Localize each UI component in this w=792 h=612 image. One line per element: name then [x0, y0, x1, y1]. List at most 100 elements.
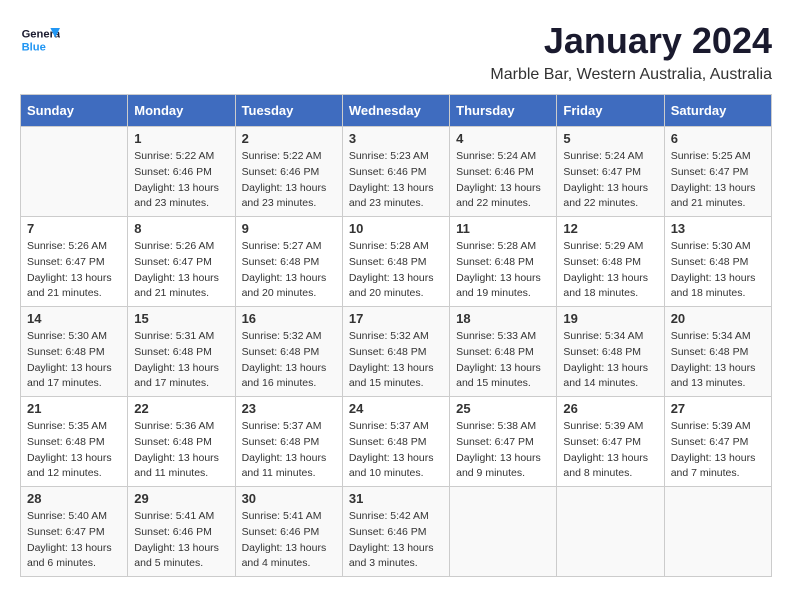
day-info: Sunrise: 5:30 AM Sunset: 6:48 PM Dayligh… — [671, 239, 765, 302]
day-number: 21 — [27, 401, 121, 416]
day-cell — [450, 487, 557, 577]
day-info: Sunrise: 5:41 AM Sunset: 6:46 PM Dayligh… — [242, 509, 336, 572]
day-cell: 6Sunrise: 5:25 AM Sunset: 6:47 PM Daylig… — [664, 127, 771, 217]
title-area: January 2024 Marble Bar, Western Austral… — [490, 20, 772, 84]
day-info: Sunrise: 5:24 AM Sunset: 6:47 PM Dayligh… — [563, 149, 657, 212]
day-cell: 7 Sunrise: 5:26 AM Sunset: 6:47 PM Daylig… — [21, 217, 128, 307]
day-cell: 2Sunrise: 5:22 AM Sunset: 6:46 PM Daylig… — [235, 127, 342, 217]
col-saturday: Saturday — [664, 95, 771, 127]
day-number: 7 — [27, 221, 121, 236]
day-info: Sunrise: 5:37 AM Sunset: 6:48 PM Dayligh… — [349, 419, 443, 482]
calendar-subtitle: Marble Bar, Western Australia, Australia — [490, 66, 772, 84]
day-info: Sunrise: 5:36 AM Sunset: 6:48 PM Dayligh… — [134, 419, 228, 482]
calendar-table: Sunday Monday Tuesday Wednesday Thursday… — [20, 94, 772, 577]
day-cell: 22 Sunrise: 5:36 AM Sunset: 6:48 PM Dayli… — [128, 397, 235, 487]
day-number: 20 — [671, 311, 765, 326]
day-cell: 23Sunrise: 5:37 AM Sunset: 6:48 PM Dayli… — [235, 397, 342, 487]
day-cell: 20 Sunrise: 5:34 AM Sunset: 6:48 PM Dayli… — [664, 307, 771, 397]
day-cell — [664, 487, 771, 577]
day-info: Sunrise: 5:26 AM Sunset: 6:47 PM Dayligh… — [27, 239, 121, 302]
day-number: 24 — [349, 401, 443, 416]
day-info: Sunrise: 5:39 AM Sunset: 6:47 PM Dayligh… — [563, 419, 657, 482]
svg-text:Blue: Blue — [22, 41, 46, 53]
day-cell: 21 Sunrise: 5:35 AM Sunset: 6:48 PM Dayli… — [21, 397, 128, 487]
day-cell: 9Sunrise: 5:27 AM Sunset: 6:48 PM Daylig… — [235, 217, 342, 307]
day-number: 14 — [27, 311, 121, 326]
day-number: 19 — [563, 311, 657, 326]
day-number: 11 — [456, 221, 550, 236]
day-cell: 3Sunrise: 5:23 AM Sunset: 6:46 PM Daylig… — [342, 127, 449, 217]
day-info: Sunrise: 5:22 AM Sunset: 6:46 PM Dayligh… — [134, 149, 228, 212]
day-cell: 4 Sunrise: 5:24 AM Sunset: 6:46 PM Daylig… — [450, 127, 557, 217]
day-number: 12 — [563, 221, 657, 236]
day-number: 8 — [134, 221, 228, 236]
day-cell: 31Sunrise: 5:42 AM Sunset: 6:46 PM Dayli… — [342, 487, 449, 577]
week-row-0: 1 Sunrise: 5:22 AM Sunset: 6:46 PM Daylig… — [21, 127, 772, 217]
col-sunday: Sunday — [21, 95, 128, 127]
day-cell: 14 Sunrise: 5:30 AM Sunset: 6:48 PM Dayli… — [21, 307, 128, 397]
day-info: Sunrise: 5:35 AM Sunset: 6:48 PM Dayligh… — [27, 419, 121, 482]
day-number: 28 — [27, 491, 121, 506]
col-tuesday: Tuesday — [235, 95, 342, 127]
day-info: Sunrise: 5:39 AM Sunset: 6:47 PM Dayligh… — [671, 419, 765, 482]
day-info: Sunrise: 5:30 AM Sunset: 6:48 PM Dayligh… — [27, 329, 121, 392]
week-row-4: 28 Sunrise: 5:40 AM Sunset: 6:47 PM Dayli… — [21, 487, 772, 577]
day-number: 22 — [134, 401, 228, 416]
day-info: Sunrise: 5:32 AM Sunset: 6:48 PM Dayligh… — [349, 329, 443, 392]
logo-icon: General Blue — [20, 20, 60, 60]
day-info: Sunrise: 5:41 AM Sunset: 6:46 PM Dayligh… — [134, 509, 228, 572]
day-number: 17 — [349, 311, 443, 326]
day-info: Sunrise: 5:31 AM Sunset: 6:48 PM Dayligh… — [134, 329, 228, 392]
day-number: 5 — [563, 131, 657, 146]
day-cell: 27 Sunrise: 5:39 AM Sunset: 6:47 PM Dayli… — [664, 397, 771, 487]
day-cell: 30 Sunrise: 5:41 AM Sunset: 6:46 PM Dayli… — [235, 487, 342, 577]
day-info: Sunrise: 5:22 AM Sunset: 6:46 PM Dayligh… — [242, 149, 336, 212]
day-cell — [21, 127, 128, 217]
day-cell: 8 Sunrise: 5:26 AM Sunset: 6:47 PM Daylig… — [128, 217, 235, 307]
day-cell: 5 Sunrise: 5:24 AM Sunset: 6:47 PM Daylig… — [557, 127, 664, 217]
day-number: 29 — [134, 491, 228, 506]
col-monday: Monday — [128, 95, 235, 127]
day-info: Sunrise: 5:24 AM Sunset: 6:46 PM Dayligh… — [456, 149, 550, 212]
day-cell: 11 Sunrise: 5:28 AM Sunset: 6:48 PM Dayli… — [450, 217, 557, 307]
day-info: Sunrise: 5:37 AM Sunset: 6:48 PM Dayligh… — [242, 419, 336, 482]
day-cell: 28 Sunrise: 5:40 AM Sunset: 6:47 PM Dayli… — [21, 487, 128, 577]
col-friday: Friday — [557, 95, 664, 127]
calendar-title: January 2024 — [490, 20, 772, 62]
day-cell: 29 Sunrise: 5:41 AM Sunset: 6:46 PM Dayli… — [128, 487, 235, 577]
day-info: Sunrise: 5:38 AM Sunset: 6:47 PM Dayligh… — [456, 419, 550, 482]
day-number: 31 — [349, 491, 443, 506]
week-row-1: 7 Sunrise: 5:26 AM Sunset: 6:47 PM Daylig… — [21, 217, 772, 307]
day-cell: 25 Sunrise: 5:38 AM Sunset: 6:47 PM Dayli… — [450, 397, 557, 487]
day-cell: 12 Sunrise: 5:29 AM Sunset: 6:48 PM Dayli… — [557, 217, 664, 307]
day-number: 16 — [242, 311, 336, 326]
col-wednesday: Wednesday — [342, 95, 449, 127]
day-number: 9 — [242, 221, 336, 236]
day-cell: 15Sunrise: 5:31 AM Sunset: 6:48 PM Dayli… — [128, 307, 235, 397]
day-number: 1 — [134, 131, 228, 146]
day-cell: 10 Sunrise: 5:28 AM Sunset: 6:48 PM Dayli… — [342, 217, 449, 307]
col-thursday: Thursday — [450, 95, 557, 127]
day-number: 10 — [349, 221, 443, 236]
day-info: Sunrise: 5:40 AM Sunset: 6:47 PM Dayligh… — [27, 509, 121, 572]
day-info: Sunrise: 5:29 AM Sunset: 6:48 PM Dayligh… — [563, 239, 657, 302]
week-row-3: 21 Sunrise: 5:35 AM Sunset: 6:48 PM Dayli… — [21, 397, 772, 487]
logo: General Blue — [20, 20, 60, 60]
day-info: Sunrise: 5:28 AM Sunset: 6:48 PM Dayligh… — [349, 239, 443, 302]
day-number: 30 — [242, 491, 336, 506]
calendar-body: 1 Sunrise: 5:22 AM Sunset: 6:46 PM Daylig… — [21, 127, 772, 577]
day-cell: 16Sunrise: 5:32 AM Sunset: 6:48 PM Dayli… — [235, 307, 342, 397]
day-number: 27 — [671, 401, 765, 416]
day-cell: 1 Sunrise: 5:22 AM Sunset: 6:46 PM Daylig… — [128, 127, 235, 217]
day-cell: 13 Sunrise: 5:30 AM Sunset: 6:48 PM Dayli… — [664, 217, 771, 307]
day-info: Sunrise: 5:33 AM Sunset: 6:48 PM Dayligh… — [456, 329, 550, 392]
day-info: Sunrise: 5:34 AM Sunset: 6:48 PM Dayligh… — [671, 329, 765, 392]
day-number: 13 — [671, 221, 765, 236]
day-number: 4 — [456, 131, 550, 146]
day-cell: 18 Sunrise: 5:33 AM Sunset: 6:48 PM Dayli… — [450, 307, 557, 397]
day-info: Sunrise: 5:26 AM Sunset: 6:47 PM Dayligh… — [134, 239, 228, 302]
day-number: 26 — [563, 401, 657, 416]
day-number: 25 — [456, 401, 550, 416]
day-number: 18 — [456, 311, 550, 326]
day-info: Sunrise: 5:28 AM Sunset: 6:48 PM Dayligh… — [456, 239, 550, 302]
